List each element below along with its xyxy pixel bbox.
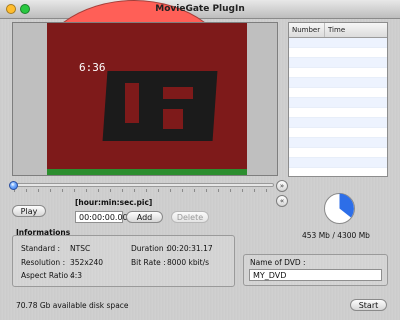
rewind-button[interactable]: « [276,195,288,207]
table-row [289,78,387,88]
table-row [289,138,387,148]
bitrate-value: 8000 kbit/s [167,258,210,267]
aspect-label: Aspect Ratio : [21,271,74,280]
dvd-name-label: Name of DVD : [250,258,306,267]
markers-table[interactable]: Number Time [288,22,388,177]
dvd-name-field[interactable]: MY_DVD [249,269,382,281]
table-row [289,168,387,176]
main-window: MovieGate PlugIn 6:36 Number Time » « Pl… [0,0,400,320]
timeline-ticks [14,189,274,192]
info-group: Standard : NTSC Resolution : 352x240 Asp… [12,235,235,287]
table-body [289,38,387,176]
table-row [289,48,387,58]
rewind-icon: « [279,197,285,205]
standard-value: NTSC [70,244,91,253]
video-graphic-detail [163,109,183,129]
title-bar: MovieGate PlugIn [0,0,400,150]
video-bottom-strip [47,169,247,175]
fast-forward-button[interactable]: » [276,180,288,192]
delete-button[interactable]: Delete [171,211,209,223]
size-label: 453 Mb / 4300 Mb [302,231,370,240]
video-graphic-detail [125,83,139,123]
bitrate-label: Bit Rate : [131,258,166,267]
disk-usage-pie [324,193,355,224]
table-row [289,38,387,48]
table-row [289,118,387,128]
standard-label: Standard : [21,244,61,253]
column-time[interactable]: Time [325,23,345,37]
disk-space-status: 70.78 Gb available disk space [16,301,129,310]
video-graphic [102,71,218,141]
resolution-value: 352x240 [70,258,104,267]
table-row [289,98,387,108]
column-number[interactable]: Number [289,23,325,37]
table-row [289,108,387,118]
timeline-slider-knob[interactable] [9,181,18,190]
video-timestamp: 6:36 [79,61,106,74]
fast-forward-icon: » [279,182,285,190]
video-preview: 6:36 [12,22,278,176]
table-header: Number Time [289,23,387,38]
window-title: MovieGate PlugIn [155,4,245,14]
time-format-label: [hour:min:sec.pic] [75,198,153,207]
resolution-label: Resolution : [21,258,66,267]
aspect-value: 4:3 [70,271,83,280]
table-row [289,88,387,98]
start-button[interactable]: Start [350,299,387,311]
timeline-track[interactable] [12,183,274,187]
table-row [289,148,387,158]
duration-label: Duration : [131,244,169,253]
duration-value: 00:20:31.17 [167,244,213,253]
play-button[interactable]: Play [12,205,46,217]
video-graphic-detail [163,87,193,99]
add-button[interactable]: Add [126,211,163,223]
table-row [289,128,387,138]
time-field[interactable]: 00:00:00.00 [75,211,128,223]
dvd-group: Name of DVD : MY_DVD [243,254,388,286]
table-row [289,68,387,78]
table-row [289,58,387,68]
table-row [289,158,387,168]
